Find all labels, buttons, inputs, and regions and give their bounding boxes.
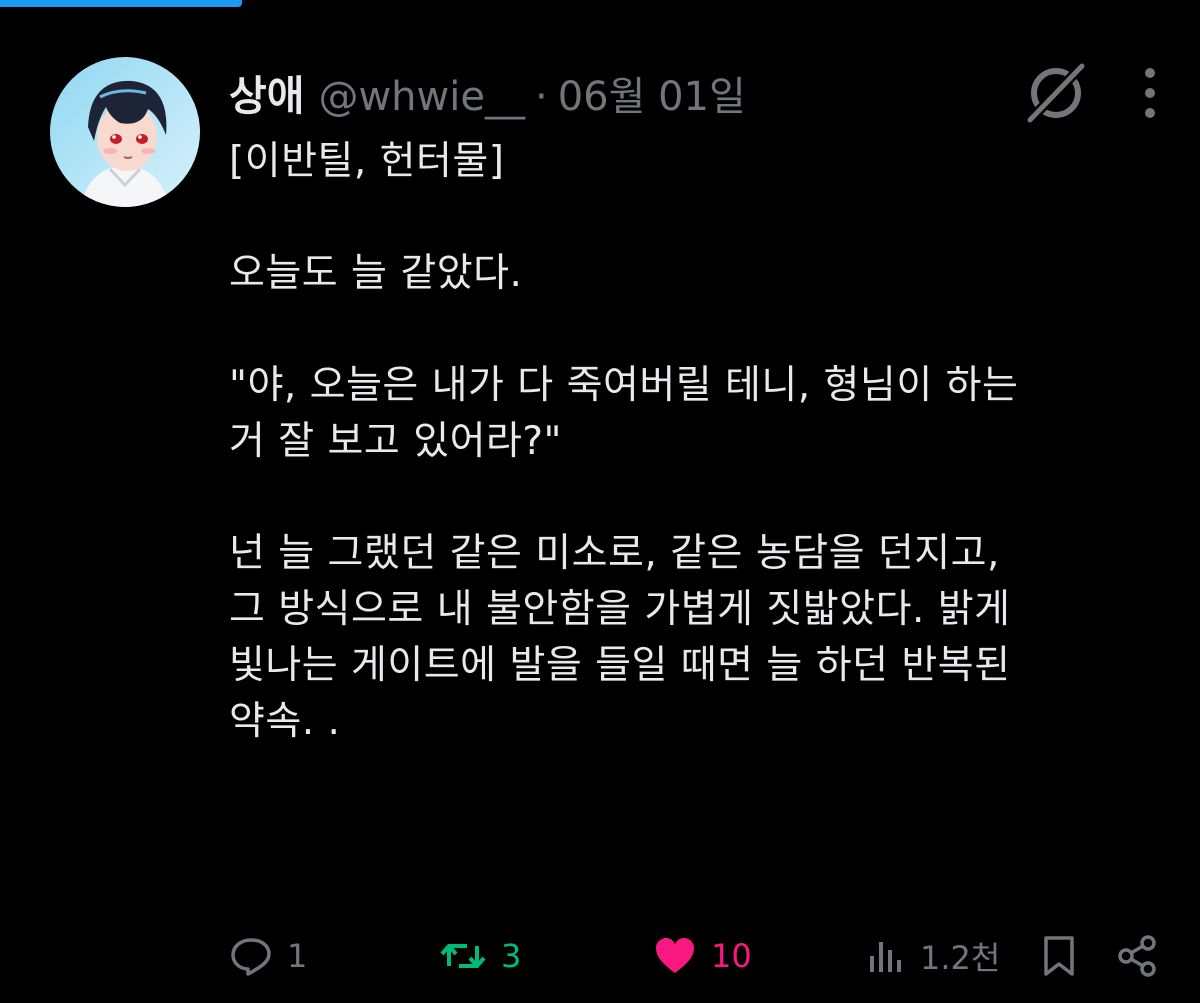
like-count: 10 <box>711 937 752 975</box>
tweet-paragraph: 넌 늘 그랬던 같은 미소로, 같은 농담을 던지고, 그 방식으로 내 불안함을… <box>229 526 1169 750</box>
tweet[interactable]: 상애 @whwie__ · 06월 01일 [이반틸, 헌터물] 오늘도 늘 같… <box>0 0 1200 1003</box>
tweet-quote: "야, 오늘은 내가 다 죽여버릴 테니, 형님이 하는 거 잘 보고 있어라?" <box>229 358 1169 470</box>
retweet-button[interactable]: 3 <box>439 928 521 984</box>
more-dots-icon[interactable] <box>1140 63 1160 123</box>
tweet-date[interactable]: 06월 01일 <box>558 64 746 122</box>
avatar-illustration <box>50 57 200 207</box>
heart-icon <box>656 938 694 973</box>
like-button[interactable]: 10 <box>653 928 752 984</box>
view-count: 1.2천 <box>920 939 1001 977</box>
display-name[interactable]: 상애 <box>229 62 304 122</box>
share-icon <box>1118 935 1156 977</box>
separator-dot: · <box>534 74 548 120</box>
tweet-tags: [이반틸, 헌터물] <box>229 139 505 184</box>
tweet-paragraph-lines: 넌 늘 그랬던 같은 미소로, 같은 농담을 던지고, 그 방식으로 내 불안함을… <box>229 531 1011 744</box>
reply-count: 1 <box>287 937 308 975</box>
tweet-header-actions <box>1020 60 1160 126</box>
tweet-action-bar: 1 3 10 1.2천 <box>229 928 1169 984</box>
tweet-header: 상애 @whwie__ · 06월 01일 <box>229 62 746 122</box>
reply-button[interactable]: 1 <box>229 928 307 984</box>
bookmark-icon <box>1044 936 1074 976</box>
tweet-quote-line: "야, 오늘은 내가 다 죽여버릴 테니, 형님이 하는 거 잘 보고 있어라?" <box>229 363 1019 464</box>
tweet-paragraph: 오늘도 늘 같았다. <box>229 251 523 296</box>
tweet-body: [이반틸, 헌터물] 오늘도 늘 같았다. "야, 오늘은 내가 다 죽여버릴 … <box>229 134 1169 750</box>
retweet-count: 3 <box>501 937 522 975</box>
bookmark-button[interactable] <box>1039 928 1093 984</box>
grok-icon[interactable] <box>1020 60 1092 126</box>
avatar[interactable] <box>50 57 200 207</box>
user-handle[interactable]: @whwie__ <box>318 74 525 120</box>
retweet-icon <box>440 944 486 968</box>
reply-icon <box>231 938 271 976</box>
share-button[interactable] <box>1115 928 1173 984</box>
analytics-icon <box>870 942 901 972</box>
views-button[interactable]: 1.2천 <box>866 928 1000 984</box>
